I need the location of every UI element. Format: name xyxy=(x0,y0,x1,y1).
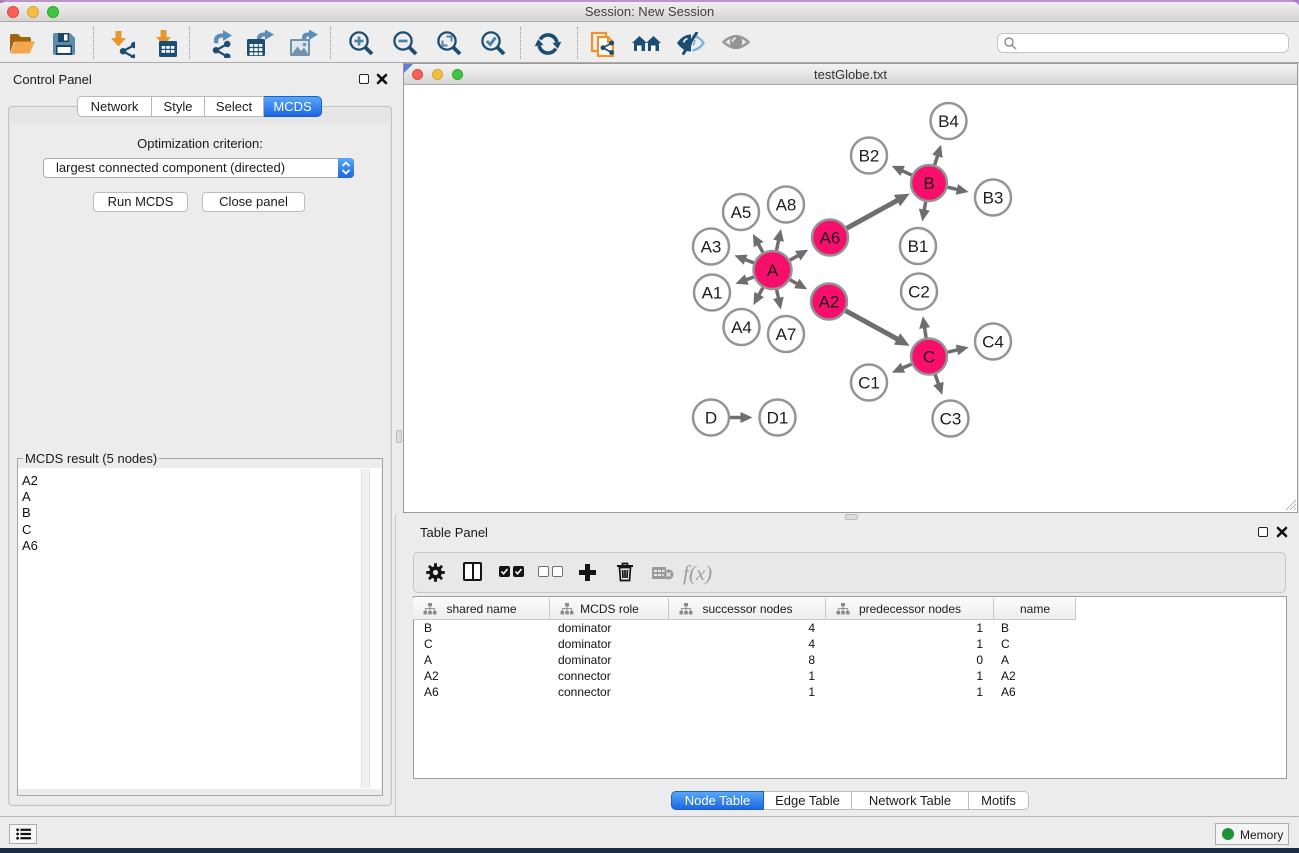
svg-text:B4: B4 xyxy=(938,112,959,131)
svg-text:C4: C4 xyxy=(982,333,1004,352)
svg-text:A5: A5 xyxy=(731,203,752,222)
svg-text:D: D xyxy=(705,409,717,428)
svg-text:B3: B3 xyxy=(983,189,1004,208)
svg-text:B: B xyxy=(923,174,934,193)
svg-text:A: A xyxy=(767,261,779,280)
svg-text:C2: C2 xyxy=(908,283,930,302)
svg-text:B1: B1 xyxy=(908,237,929,256)
svg-text:A8: A8 xyxy=(776,196,797,215)
svg-text:A4: A4 xyxy=(731,318,752,337)
svg-text:C: C xyxy=(923,348,935,367)
svg-text:B2: B2 xyxy=(859,147,880,166)
svg-text:A1: A1 xyxy=(702,284,723,303)
svg-text:A3: A3 xyxy=(701,238,722,257)
svg-text:C1: C1 xyxy=(858,374,880,393)
svg-text:A7: A7 xyxy=(776,325,797,344)
svg-text:C3: C3 xyxy=(940,410,962,429)
svg-text:A2: A2 xyxy=(819,293,840,312)
svg-text:A6: A6 xyxy=(820,229,841,248)
svg-text:D1: D1 xyxy=(767,409,789,428)
